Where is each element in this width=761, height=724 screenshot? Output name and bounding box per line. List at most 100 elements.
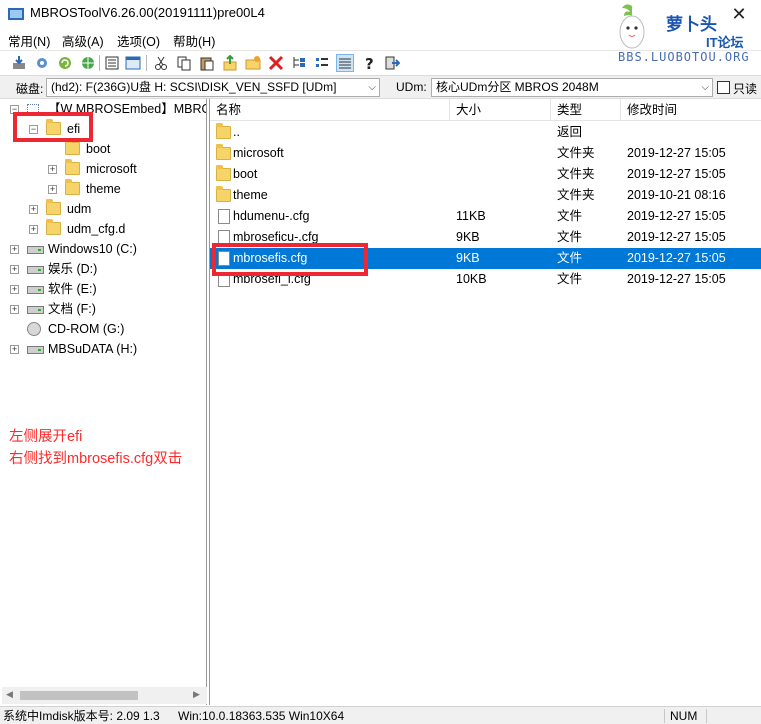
- tree-item[interactable]: + MBSuDATA (H:): [2, 339, 206, 359]
- app-icon: [8, 8, 24, 20]
- list-item[interactable]: microsoft 文件夹 2019-12-27 15:05: [210, 143, 761, 164]
- tree-item[interactable]: + theme: [2, 179, 206, 199]
- column-modified[interactable]: 修改时间: [621, 99, 761, 121]
- cdrom-icon: [27, 322, 41, 336]
- expand-icon[interactable]: +: [10, 245, 19, 254]
- grid-icon[interactable]: [336, 54, 354, 72]
- disk-select[interactable]: (hd2): F(236G)U盘 H: SCSI\DISK_VEN_SSFD […: [46, 78, 380, 97]
- folder-icon: [65, 139, 80, 155]
- tree-item-label: 文档 (F:): [48, 302, 96, 316]
- readonly-checkbox[interactable]: [717, 81, 730, 94]
- tree-item[interactable]: + udm_cfg.d: [2, 219, 206, 239]
- cell-name: theme: [233, 188, 268, 202]
- column-name[interactable]: 名称: [210, 99, 450, 121]
- folder-tree: − 【W MBROSEmbed】MBRO − efi boot + microsoft + th…: [2, 99, 207, 705]
- status-separator: [664, 709, 665, 723]
- title-bar: MBROSToolV6.26.00(20191111)pre00L4 萝卜头 I…: [0, 0, 761, 64]
- expand-icon[interactable]: +: [29, 205, 38, 214]
- close-button[interactable]: ✕: [722, 0, 756, 28]
- instruction-annotation: 左侧展开efi 右侧找到mbrosefis.cfg双击: [9, 426, 182, 470]
- list-item[interactable]: theme 文件夹 2019-10-21 08:16: [210, 185, 761, 206]
- cell-name: ..: [233, 125, 240, 139]
- cell-type: 文件夹: [557, 167, 595, 181]
- cell-modified: 2019-12-27 15:05: [627, 251, 726, 265]
- tree-item[interactable]: boot: [2, 139, 206, 159]
- column-size[interactable]: 大小: [450, 99, 551, 121]
- cell-modified: 2019-12-27 15:05: [627, 272, 726, 286]
- tree-item-label: 软件 (E:): [48, 282, 97, 296]
- disk-bar: 磁盘: (hd2): F(236G)U盘 H: SCSI\DISK_VEN_SS…: [0, 75, 761, 99]
- expand-icon[interactable]: +: [48, 185, 57, 194]
- tree-item[interactable]: + 文档 (F:): [2, 299, 206, 319]
- list-item[interactable]: boot 文件夹 2019-12-27 15:05: [210, 164, 761, 185]
- tree-item-label: 娱乐 (D:): [48, 262, 98, 276]
- tree-item[interactable]: CD-ROM (G:): [2, 319, 206, 339]
- tree-item[interactable]: + Windows10 (C:): [2, 239, 206, 259]
- radish-mascot-icon: [619, 4, 645, 49]
- mount-icon[interactable]: [10, 54, 28, 72]
- list-icon[interactable]: [103, 54, 121, 72]
- list-item[interactable]: .. 返回: [210, 122, 761, 143]
- column-type[interactable]: 类型: [551, 99, 621, 121]
- file-icon: [218, 209, 230, 224]
- drive-icon: [27, 306, 44, 314]
- tree-horizontal-scrollbar[interactable]: ◀ ▶: [2, 687, 207, 704]
- help-icon[interactable]: ?: [360, 54, 378, 72]
- cell-type: 文件夹: [557, 188, 595, 202]
- scrollbar-thumb[interactable]: [20, 691, 138, 700]
- newfolder-icon[interactable]: [244, 54, 262, 72]
- window-icon[interactable]: [124, 54, 142, 72]
- cell-size: 11KB: [456, 209, 486, 223]
- copy-icon[interactable]: [175, 54, 193, 72]
- cut-icon[interactable]: [152, 54, 170, 72]
- udm-label: UDm:: [396, 80, 427, 94]
- list-item[interactable]: hdumenu-.cfg 11KB 文件 2019-12-27 15:05: [210, 206, 761, 227]
- menu-bar: 常用(N) 高级(A) 选项(O) 帮助(H): [0, 28, 610, 50]
- tree-item[interactable]: + 软件 (E:): [2, 279, 206, 299]
- cell-type: 返回: [557, 125, 583, 139]
- detail-icon[interactable]: [313, 54, 331, 72]
- cell-modified: 2019-12-27 15:05: [627, 230, 726, 244]
- paste-icon[interactable]: [198, 54, 216, 72]
- settings-icon[interactable]: [33, 54, 51, 72]
- cell-type: 文件: [557, 209, 583, 223]
- toolbar-separator: [146, 55, 147, 71]
- tree-item[interactable]: + microsoft: [2, 159, 206, 179]
- cell-modified: 2019-12-27 15:05: [627, 209, 726, 223]
- cell-size: 9KB: [456, 230, 480, 244]
- tree-item-label: CD-ROM (G:): [48, 322, 125, 336]
- tree-icon[interactable]: [290, 54, 308, 72]
- expand-icon[interactable]: +: [10, 345, 19, 354]
- disk-label: 磁盘:: [16, 82, 44, 96]
- exit-icon[interactable]: [383, 54, 401, 72]
- up-icon[interactable]: [221, 54, 239, 72]
- delete-icon[interactable]: [267, 54, 285, 72]
- cell-name: boot: [233, 167, 258, 181]
- menu-options[interactable]: 选项(O): [117, 31, 160, 50]
- tree-item-label: udm: [67, 202, 92, 216]
- tree-item[interactable]: + udm: [2, 199, 206, 219]
- expand-icon[interactable]: +: [10, 305, 19, 314]
- cell-type: 文件: [557, 251, 583, 265]
- scroll-left-icon[interactable]: ◀: [6, 689, 13, 700]
- menu-common[interactable]: 常用(N): [8, 31, 50, 50]
- drive-icon: [27, 346, 44, 354]
- readonly-label: 只读: [733, 82, 758, 96]
- expand-icon[interactable]: +: [10, 265, 19, 274]
- annotation-line-1: 左侧展开efi: [9, 429, 83, 445]
- udm-select[interactable]: 核心UDm分区 MBROS 2048M ⌵: [431, 78, 713, 97]
- folder-icon: [216, 144, 231, 160]
- expand-icon[interactable]: +: [10, 285, 19, 294]
- refresh-icon[interactable]: [56, 54, 74, 72]
- cell-name: microsoft: [233, 146, 284, 160]
- scroll-right-icon[interactable]: ▶: [193, 689, 200, 700]
- cell-name: hdumenu-.cfg: [233, 209, 310, 223]
- toolbar: ?: [0, 50, 761, 74]
- web-icon[interactable]: [79, 54, 97, 72]
- drive-icon: [27, 246, 44, 254]
- expand-icon[interactable]: +: [48, 165, 57, 174]
- menu-advanced[interactable]: 高级(A): [62, 31, 104, 50]
- menu-help[interactable]: 帮助(H): [173, 31, 215, 50]
- tree-item[interactable]: + 娱乐 (D:): [2, 259, 206, 279]
- expand-icon[interactable]: +: [29, 225, 38, 234]
